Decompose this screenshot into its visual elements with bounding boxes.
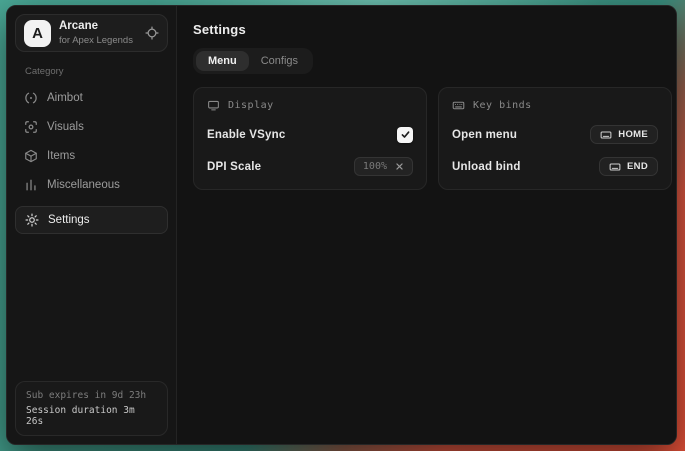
dpi-row: DPI Scale 100% bbox=[207, 157, 413, 176]
settings-gear-icon bbox=[25, 213, 39, 227]
display-card-header: Display bbox=[207, 99, 413, 112]
aimbot-focus-icon bbox=[24, 91, 38, 105]
category-label: Category bbox=[25, 66, 168, 77]
monitor-icon bbox=[207, 99, 220, 112]
page-title: Settings bbox=[193, 22, 672, 37]
unload-bind-row: Unload bind END bbox=[452, 157, 658, 176]
open-menu-key: HOME bbox=[618, 129, 648, 140]
sidebar-item-items[interactable]: Items bbox=[15, 142, 168, 170]
keyboard-icon bbox=[452, 99, 465, 112]
visuals-scan-icon bbox=[24, 120, 38, 134]
sidebar-item-label: Miscellaneous bbox=[47, 179, 120, 191]
sidebar-item-aimbot[interactable]: Aimbot bbox=[15, 84, 168, 112]
keybinds-card: Key binds Open menu HOME Unload bind bbox=[438, 87, 672, 190]
check-icon bbox=[400, 129, 411, 140]
display-card: Display Enable VSync DPI Scale 100% bbox=[193, 87, 427, 190]
main-content: Settings Menu Configs Display Enable VSy… bbox=[177, 6, 677, 444]
unload-keybind[interactable]: END bbox=[599, 157, 658, 176]
keyboard-icon bbox=[600, 129, 612, 141]
open-menu-label: Open menu bbox=[452, 129, 517, 141]
app-window: A Arcane for Apex Legends Category Aimbo… bbox=[6, 5, 677, 445]
unload-key: END bbox=[627, 161, 648, 172]
vsync-row: Enable VSync bbox=[207, 125, 413, 144]
open-menu-keybind[interactable]: HOME bbox=[590, 125, 658, 144]
vsync-label: Enable VSync bbox=[207, 129, 285, 141]
sidebar-item-miscellaneous[interactable]: Miscellaneous bbox=[15, 171, 168, 199]
sub-expiry-text: Sub expires in 9d 23h bbox=[26, 390, 157, 401]
sidebar-item-label: Items bbox=[47, 150, 75, 162]
display-card-title: Display bbox=[228, 100, 274, 111]
brand-card: A Arcane for Apex Legends bbox=[15, 14, 168, 52]
dpi-label: DPI Scale bbox=[207, 161, 261, 173]
sidebar-item-label: Visuals bbox=[47, 121, 84, 133]
dpi-scale-input[interactable]: 100% bbox=[354, 157, 413, 176]
unload-bind-label: Unload bind bbox=[452, 161, 521, 173]
subscription-status-card: Sub expires in 9d 23h Session duration 3… bbox=[15, 381, 168, 436]
session-duration-text: Session duration 3m 26s bbox=[26, 405, 157, 427]
clear-x-icon[interactable] bbox=[395, 162, 404, 171]
tab-menu[interactable]: Menu bbox=[196, 51, 249, 71]
dpi-value: 100% bbox=[363, 161, 387, 172]
sidebar-item-label: Settings bbox=[48, 214, 90, 226]
sidebar-item-visuals[interactable]: Visuals bbox=[15, 113, 168, 141]
sidebar-item-settings[interactable]: Settings bbox=[15, 206, 168, 234]
settings-cards: Display Enable VSync DPI Scale 100% bbox=[193, 87, 672, 190]
settings-tabs: Menu Configs bbox=[193, 48, 313, 74]
brand-text: Arcane for Apex Legends bbox=[59, 21, 133, 45]
brand-title: Arcane bbox=[59, 21, 133, 33]
open-menu-row: Open menu HOME bbox=[452, 125, 658, 144]
brand-subtitle: for Apex Legends bbox=[59, 36, 133, 46]
sidebar: A Arcane for Apex Legends Category Aimbo… bbox=[7, 6, 177, 444]
vsync-checkbox[interactable] bbox=[397, 127, 413, 143]
items-cube-icon bbox=[24, 149, 38, 163]
misc-columns-icon bbox=[24, 178, 38, 192]
sidebar-item-label: Aimbot bbox=[47, 92, 83, 104]
target-scope-icon[interactable] bbox=[145, 26, 159, 40]
keybinds-card-title: Key binds bbox=[473, 100, 532, 111]
keyboard-icon bbox=[609, 161, 621, 173]
keybinds-card-header: Key binds bbox=[452, 99, 658, 112]
brand-logo: A bbox=[24, 20, 51, 47]
tab-configs[interactable]: Configs bbox=[249, 51, 310, 71]
